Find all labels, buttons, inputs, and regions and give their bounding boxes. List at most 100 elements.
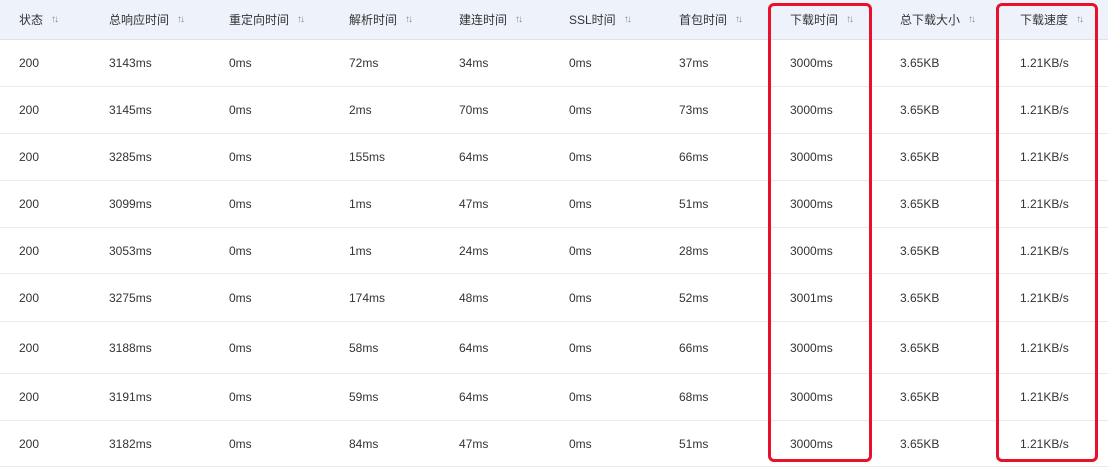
cell-total-response-time: 3143ms	[109, 56, 152, 70]
table-row[interactable]: 200 3053ms 0ms 1ms 24ms 0ms 28ms 3000ms 3.65KB 1.…	[0, 228, 1108, 274]
cell-dns-time: 155ms	[349, 150, 386, 164]
sort-icon[interactable]: ↑↓	[735, 14, 743, 25]
cell-total-response-time: 3099ms	[109, 197, 152, 211]
cell-ssl-time: 0ms	[569, 290, 592, 305]
cell-total-response-time: 3191ms	[109, 390, 152, 404]
table-row[interactable]: 200 3275ms 0ms 174ms 48ms 0ms 52ms 3001ms 3.65KB…	[0, 274, 1108, 322]
cell-redirect-time: 0ms	[229, 290, 252, 305]
cell-download-speed: 1.21KB/s	[1020, 290, 1069, 305]
cell-dns-time: 1ms	[349, 197, 372, 211]
cell-download-time: 3000ms	[790, 340, 833, 355]
cell-status: 200	[19, 340, 40, 355]
column-header-label: 总响应时间	[109, 13, 170, 27]
cell-dns-time: 58ms	[349, 340, 379, 355]
cell-download-time: 3000ms	[790, 150, 833, 164]
sort-icon[interactable]: ↑↓	[968, 14, 976, 25]
cell-ssl-time: 0ms	[569, 56, 592, 70]
cell-download-time: 3000ms	[790, 197, 833, 211]
column-header-total-download-size[interactable]: 总下载大小 ↑↓	[900, 0, 976, 39]
cell-dns-time: 2ms	[349, 103, 372, 117]
cell-status: 200	[19, 56, 40, 70]
column-header-label: SSL时间	[569, 13, 616, 27]
cell-connect-time: 47ms	[459, 436, 489, 451]
cell-first-byte-time: 68ms	[679, 390, 709, 404]
cell-total-response-time: 3275ms	[109, 290, 152, 305]
column-header-label: 状态	[19, 13, 44, 27]
table-row[interactable]: 200 3182ms 0ms 84ms 47ms 0ms 51ms 3000ms 3.65KB 1…	[0, 421, 1108, 467]
column-header-label: 下载时间	[790, 13, 839, 27]
cell-dns-time: 84ms	[349, 436, 379, 451]
cell-status: 200	[19, 436, 40, 451]
cell-redirect-time: 0ms	[229, 340, 252, 355]
cell-redirect-time: 0ms	[229, 197, 252, 211]
cell-dns-time: 1ms	[349, 243, 372, 258]
cell-ssl-time: 0ms	[569, 197, 592, 211]
cell-total-download-size: 3.65KB	[900, 340, 940, 355]
cell-connect-time: 64ms	[459, 390, 489, 404]
column-header-ssl-time[interactable]: SSL时间 ↑↓	[569, 0, 632, 39]
cell-redirect-time: 0ms	[229, 436, 252, 451]
cell-total-download-size: 3.65KB	[900, 150, 940, 164]
table-row[interactable]: 200 3099ms 0ms 1ms 47ms 0ms 51ms 3000ms 3.65KB 1.…	[0, 181, 1108, 228]
cell-download-speed: 1.21KB/s	[1020, 340, 1069, 355]
column-header-label: 首包时间	[679, 13, 728, 27]
cell-download-speed: 1.21KB/s	[1020, 103, 1069, 117]
cell-download-time: 3000ms	[790, 103, 833, 117]
cell-download-speed: 1.21KB/s	[1020, 150, 1069, 164]
column-header-first-byte-time[interactable]: 首包时间 ↑↓	[679, 0, 743, 39]
column-header-dns-time[interactable]: 解析时间 ↑↓	[349, 0, 413, 39]
cell-first-byte-time: 51ms	[679, 436, 709, 451]
cell-dns-time: 59ms	[349, 390, 379, 404]
table-row[interactable]: 200 3145ms 0ms 2ms 70ms 0ms 73ms 3000ms 3.65KB 1.…	[0, 87, 1108, 134]
cell-status: 200	[19, 243, 40, 258]
cell-total-response-time: 3182ms	[109, 436, 152, 451]
table-row[interactable]: 200 3285ms 0ms 155ms 64ms 0ms 66ms 3000ms 3.65KB…	[0, 134, 1108, 181]
sort-icon[interactable]: ↑↓	[177, 14, 185, 25]
column-header-total-response-time[interactable]: 总响应时间 ↑↓	[109, 0, 185, 39]
column-header-download-speed[interactable]: 下载速度 ↑↓	[1020, 0, 1084, 39]
sort-icon[interactable]: ↑↓	[405, 14, 413, 25]
cell-first-byte-time: 52ms	[679, 290, 709, 305]
column-header-label: 解析时间	[349, 13, 398, 27]
cell-redirect-time: 0ms	[229, 243, 252, 258]
cell-first-byte-time: 73ms	[679, 103, 709, 117]
cell-connect-time: 47ms	[459, 197, 489, 211]
column-header-download-time[interactable]: 下载时间 ↑↓	[790, 0, 854, 39]
column-header-connect-time[interactable]: 建连时间 ↑↓	[459, 0, 523, 39]
cell-total-download-size: 3.65KB	[900, 197, 940, 211]
table-row[interactable]: 200 3143ms 0ms 72ms 34ms 0ms 37ms 3000ms 3.65KB 1…	[0, 40, 1108, 87]
cell-ssl-time: 0ms	[569, 103, 592, 117]
cell-ssl-time: 0ms	[569, 243, 592, 258]
sort-icon[interactable]: ↑↓	[297, 14, 305, 25]
cell-connect-time: 34ms	[459, 56, 489, 70]
cell-ssl-time: 0ms	[569, 340, 592, 355]
cell-download-time: 3000ms	[790, 390, 833, 404]
cell-first-byte-time: 66ms	[679, 340, 709, 355]
cell-redirect-time: 0ms	[229, 390, 252, 404]
cell-total-response-time: 3285ms	[109, 150, 152, 164]
cell-first-byte-time: 28ms	[679, 243, 709, 258]
cell-first-byte-time: 51ms	[679, 197, 709, 211]
column-header-status[interactable]: 状态 ↑↓	[19, 0, 59, 39]
cell-connect-time: 64ms	[459, 150, 489, 164]
sort-icon[interactable]: ↑↓	[515, 14, 523, 25]
sort-icon[interactable]: ↑↓	[51, 14, 59, 25]
column-header-redirect-time[interactable]: 重定向时间 ↑↓	[229, 0, 305, 39]
table-row[interactable]: 200 3191ms 0ms 59ms 64ms 0ms 68ms 3000ms 3.65KB 1…	[0, 374, 1108, 421]
cell-total-download-size: 3.65KB	[900, 56, 940, 70]
cell-download-time: 3000ms	[790, 243, 833, 258]
cell-download-time: 3001ms	[790, 290, 833, 305]
cell-total-response-time: 3188ms	[109, 340, 152, 355]
cell-ssl-time: 0ms	[569, 390, 592, 404]
cell-total-download-size: 3.65KB	[900, 436, 940, 451]
cell-ssl-time: 0ms	[569, 436, 592, 451]
sort-icon[interactable]: ↑↓	[1076, 14, 1084, 25]
cell-status: 200	[19, 150, 40, 164]
column-header-label: 下载速度	[1020, 13, 1069, 27]
cell-connect-time: 64ms	[459, 340, 489, 355]
cell-status: 200	[19, 103, 40, 117]
table-row[interactable]: 200 3188ms 0ms 58ms 64ms 0ms 66ms 3000ms 3.65KB 1…	[0, 322, 1108, 374]
sort-icon[interactable]: ↑↓	[624, 14, 632, 25]
cell-redirect-time: 0ms	[229, 150, 252, 164]
sort-icon[interactable]: ↑↓	[846, 14, 854, 25]
